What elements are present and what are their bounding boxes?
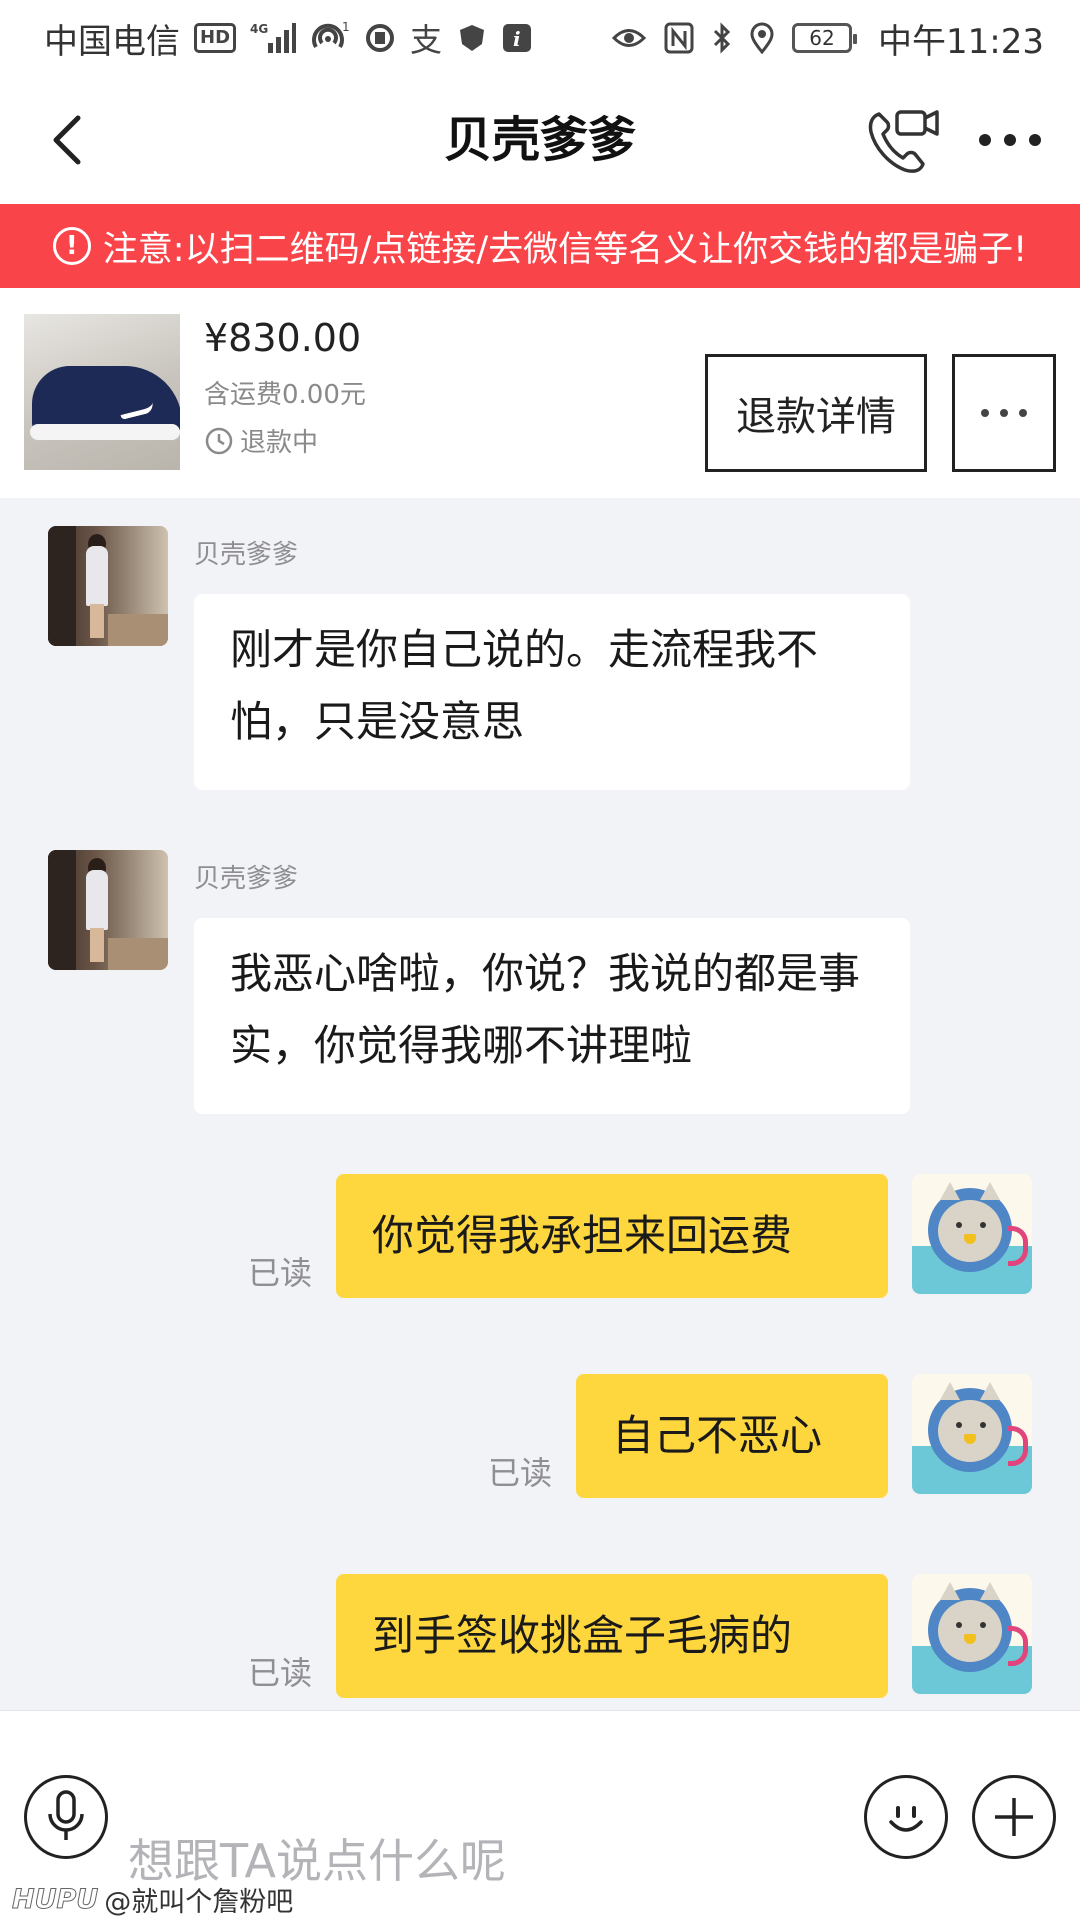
message-bubble-incoming[interactable]: 我恶心啥啦，你说？我说的都是事实，你觉得我哪不讲理啦	[194, 918, 910, 1114]
product-price: ¥830.00	[204, 316, 362, 360]
clock: 中午11:23	[878, 21, 1044, 62]
back-button[interactable]	[40, 112, 96, 168]
chat-header: 贝壳爹爹	[0, 76, 1080, 204]
watermark-brand: HUPU	[11, 1884, 99, 1916]
shoe-sole	[30, 424, 180, 440]
shipping-fee: 含运费0.00元	[204, 380, 366, 410]
refund-status-label: 退款中	[240, 428, 319, 458]
plus-button[interactable]	[972, 1775, 1056, 1859]
refund-status: 退款中	[204, 422, 318, 459]
sender-name: 贝壳爹爹	[194, 540, 299, 570]
avatar[interactable]	[912, 1174, 1032, 1294]
product-image[interactable]	[24, 314, 180, 470]
message-bubble-outgoing[interactable]: 自己不恶心	[576, 1374, 888, 1498]
exclamation-icon: !	[52, 227, 91, 265]
sender-name: 贝壳爹爹	[194, 864, 299, 894]
call-button[interactable]	[860, 98, 946, 184]
emoji-button[interactable]	[864, 1775, 948, 1859]
phone-video-icon	[868, 110, 939, 173]
avatar[interactable]	[48, 850, 168, 970]
watermark-text: @就叫个詹粉吧	[104, 1887, 294, 1918]
avatar[interactable]	[48, 526, 168, 646]
microphone-icon	[48, 1790, 84, 1840]
avatar[interactable]	[912, 1374, 1032, 1494]
back-arrow-icon	[53, 115, 81, 165]
shield-icon	[456, 22, 488, 54]
smile-icon	[889, 1806, 923, 1832]
svg-text:i: i	[513, 27, 521, 51]
sync-icon	[364, 22, 396, 54]
status-bar: 中国电信 HD 4G 1 支 i 62 中午11:23	[0, 0, 1080, 76]
bluetooth-icon	[712, 22, 732, 54]
hotspot-icon: 1	[310, 21, 350, 55]
nfc-icon	[664, 22, 694, 54]
plus-icon	[995, 1798, 1033, 1836]
eye-icon	[612, 25, 647, 51]
avatar[interactable]	[912, 1574, 1032, 1694]
read-status: 已读	[248, 1654, 313, 1692]
read-status: 已读	[248, 1254, 313, 1292]
location-icon	[750, 22, 774, 54]
message-bubble-outgoing[interactable]: 到手签收挑盒子毛病的	[336, 1574, 888, 1698]
svg-text:1: 1	[342, 21, 350, 34]
more-dots-icon	[979, 134, 1041, 146]
watermark: HUPU @就叫个詹粉吧	[11, 1880, 294, 1919]
refund-details-button[interactable]: 退款详情	[705, 354, 927, 472]
product-more-button[interactable]	[952, 354, 1056, 472]
clock-icon	[205, 427, 233, 454]
more-dots-icon	[981, 409, 1027, 417]
fraud-warning-banner: ! 注意:以扫二维码/点链接/去微信等名义让你交钱的都是骗子!	[0, 204, 1080, 288]
message-bubble-outgoing[interactable]: 你觉得我承担来回运费	[336, 1174, 888, 1298]
svg-text:4G: 4G	[250, 22, 268, 36]
chat-area[interactable]: 贝壳爹爹 刚才是你自己说的。走流程我不怕，只是没意思 贝壳爹爹 我恶心啥啦，你说…	[0, 498, 1080, 1710]
warning-text: 注意:以扫二维码/点链接/去微信等名义让你交钱的都是骗子!	[102, 229, 1028, 270]
info-icon: i	[502, 23, 532, 53]
read-status: 已读	[488, 1454, 553, 1492]
battery-level: 62	[809, 26, 835, 50]
more-button[interactable]	[970, 112, 1050, 168]
message-bubble-incoming[interactable]: 刚才是你自己说的。走流程我不怕，只是没意思	[194, 594, 910, 790]
carrier-label: 中国电信	[44, 21, 180, 62]
battery-icon: 62	[792, 23, 858, 53]
voice-button[interactable]	[24, 1775, 108, 1859]
product-card[interactable]: ¥830.00 含运费0.00元 退款中 退款详情	[0, 288, 1080, 498]
hd-badge: HD	[194, 23, 237, 53]
signal-icon: 4G	[250, 21, 297, 55]
alipay-icon: 支	[410, 21, 443, 59]
